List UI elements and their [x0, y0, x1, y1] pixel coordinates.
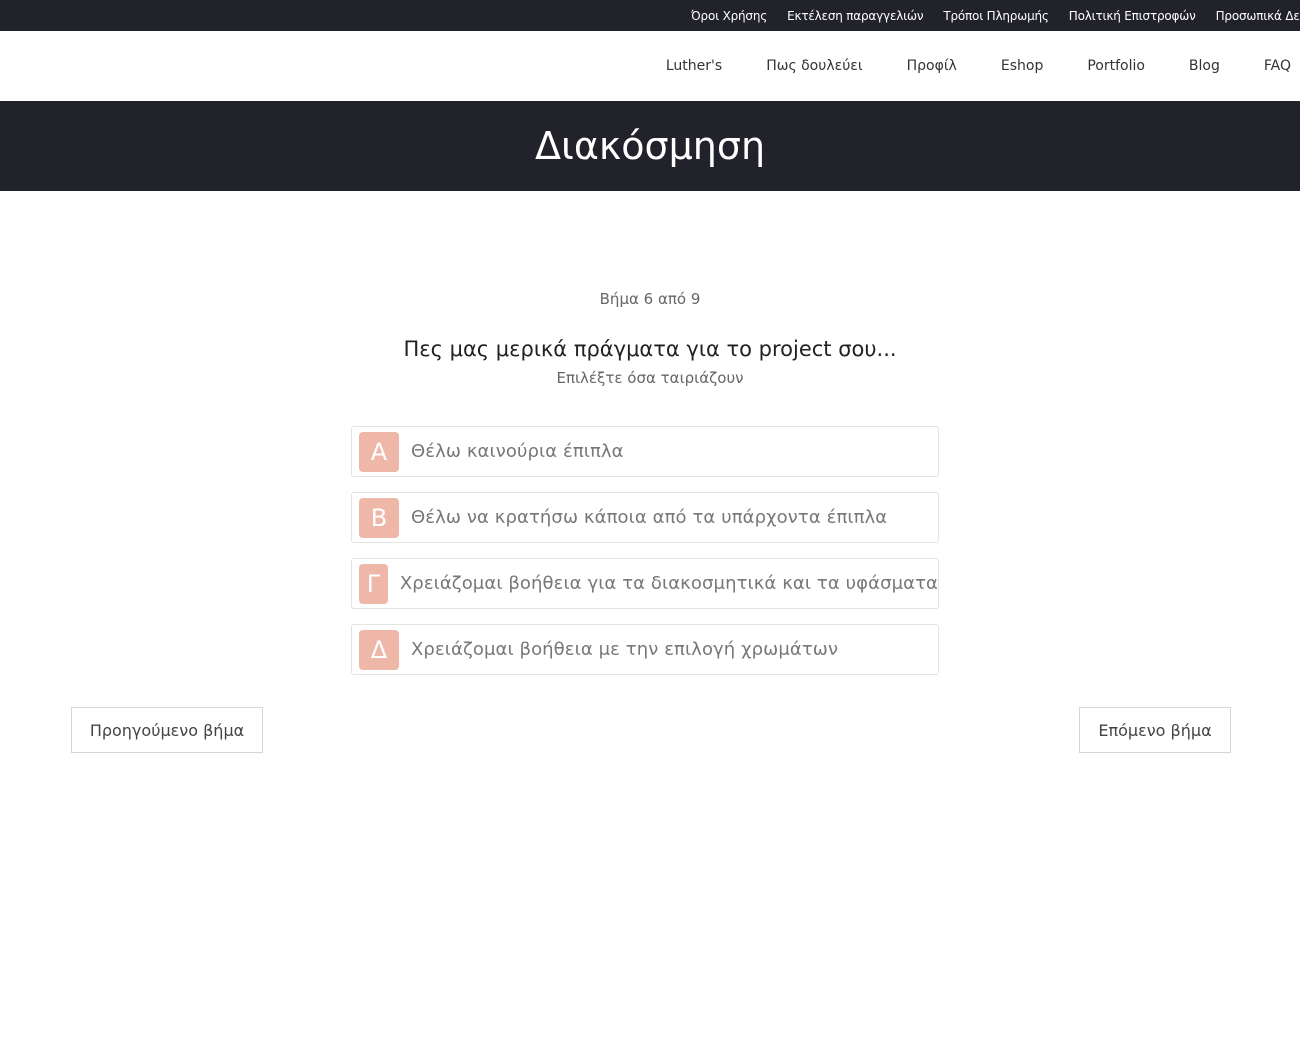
option-keep-furniture[interactable]: Β Θέλω να κρατήσω κάποια από τα υπάρχοντ… [351, 492, 939, 543]
personal-data-link[interactable]: Προσωπικά Δεδομένα [1216, 9, 1300, 23]
payment-methods-link[interactable]: Τρόποι Πληρωμής [943, 9, 1049, 23]
question-title: Πες μας μερικά πράγματα για το project σ… [403, 337, 897, 361]
next-step-button[interactable]: Επόμενο βήμα [1079, 707, 1231, 753]
question-hint: Επιλέξτε όσα ταιριάζουν [556, 369, 744, 387]
nav-item-faq[interactable]: FAQ [1264, 58, 1291, 74]
option-color-selection[interactable]: Δ Χρειάζομαι βοήθεια με την επιλογή χρωμ… [351, 624, 939, 675]
main-nav: Luther's Πως δουλεύει Προφίλ Eshop Portf… [666, 31, 1291, 101]
option-key-badge: Γ [359, 563, 388, 604]
nav-item-blog[interactable]: Blog [1189, 58, 1220, 74]
nav-item-how-it-works[interactable]: Πως δουλεύει [766, 58, 862, 74]
options-list: Α Θέλω καινούρια έπιπλα Β Θέλω να κρατήσ… [351, 426, 939, 690]
option-label: Χρειάζομαι βοήθεια για τα διακοσμητικά κ… [399, 573, 938, 594]
option-key-badge: Α [359, 431, 399, 472]
terms-link[interactable]: Όροι Χρήσης [691, 9, 767, 23]
order-execution-link[interactable]: Εκτέλεση παραγγελιών [787, 9, 923, 23]
option-decor-fabrics[interactable]: Γ Χρειάζομαι βοήθεια για τα διακοσμητικά… [351, 558, 939, 609]
option-key-badge: Β [359, 497, 399, 538]
previous-step-button[interactable]: Προηγούμενο βήμα [71, 707, 263, 753]
nav-item-portfolio[interactable]: Portfolio [1087, 58, 1145, 74]
option-label: Θέλω καινούρια έπιπλα [411, 441, 624, 462]
nav-item-luthers[interactable]: Luther's [666, 58, 722, 74]
page-hero: Διακόσμηση [0, 101, 1300, 191]
top-utility-bar: Όροι Χρήσης Εκτέλεση παραγγελιών Τρόποι … [0, 0, 1300, 31]
option-key-badge: Δ [359, 629, 399, 670]
page-title: Διακόσμηση [534, 124, 766, 168]
return-policy-link[interactable]: Πολιτική Επιστροφών [1069, 9, 1196, 23]
nav-item-profile[interactable]: Προφίλ [907, 58, 957, 74]
option-label: Θέλω να κρατήσω κάποια από τα υπάρχοντα … [411, 507, 888, 528]
main-navbar: Luther's Πως δουλεύει Προφίλ Eshop Portf… [0, 31, 1300, 101]
nav-item-eshop[interactable]: Eshop [1001, 58, 1043, 74]
option-new-furniture[interactable]: Α Θέλω καινούρια έπιπλα [351, 426, 939, 477]
option-label: Χρειάζομαι βοήθεια με την επιλογή χρωμάτ… [411, 639, 839, 660]
step-counter: Βήμα 6 από 9 [599, 290, 701, 308]
utility-links: Όροι Χρήσης Εκτέλεση παραγγελιών Τρόποι … [691, 0, 1300, 31]
